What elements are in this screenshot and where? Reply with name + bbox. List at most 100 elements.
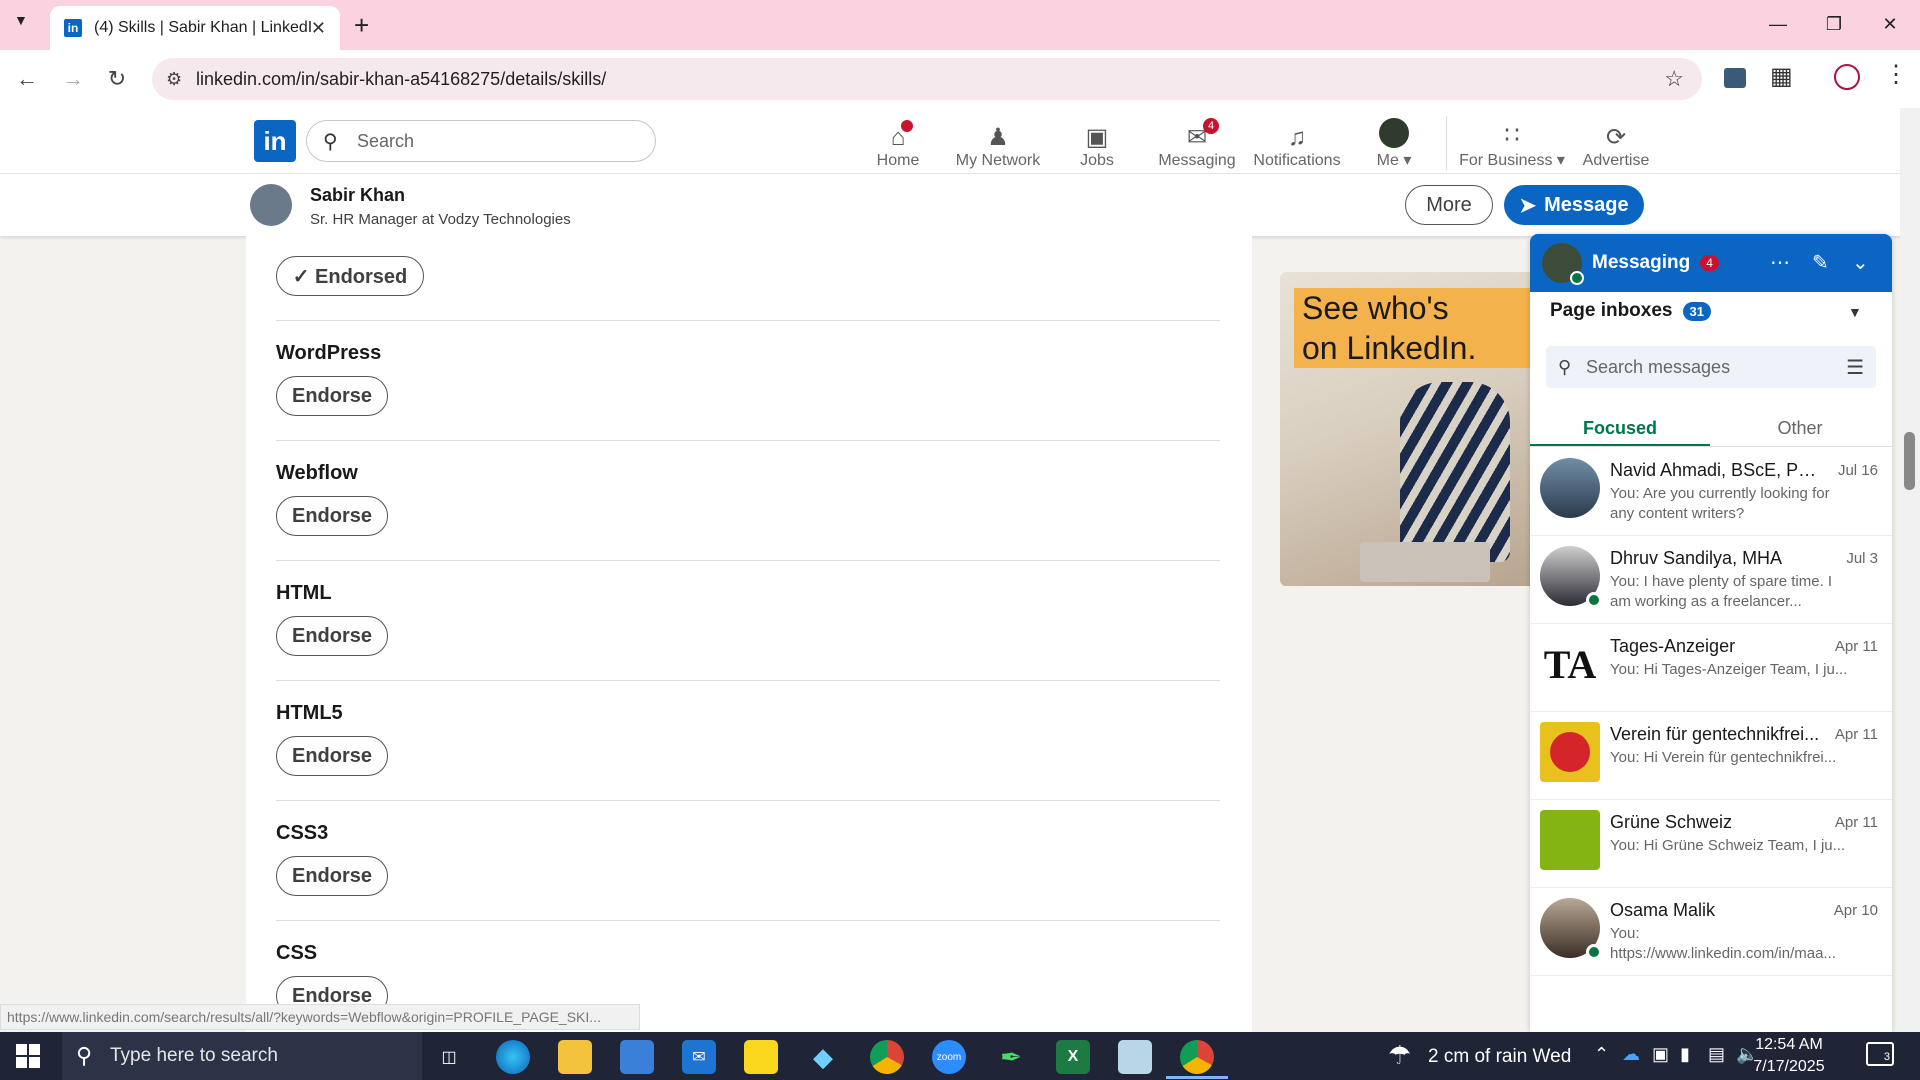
nav-for-business[interactable]: ∷ For Business ▾ (1454, 114, 1570, 170)
nav-me[interactable]: Me ▾ (1344, 114, 1444, 170)
app-notepad-icon[interactable] (1118, 1040, 1152, 1074)
onedrive-icon[interactable]: ☁ (1622, 1044, 1640, 1065)
skill-divider (276, 320, 1220, 321)
minimize-icon[interactable]: — (1750, 0, 1806, 48)
file-explorer-icon[interactable] (558, 1040, 592, 1074)
task-view-icon[interactable]: ◫ (432, 1040, 466, 1074)
more-options-icon[interactable]: ⋯ (1770, 250, 1790, 275)
close-tab-icon[interactable]: ✕ (311, 18, 326, 39)
mail-icon[interactable]: ✉ (682, 1040, 716, 1074)
forward-icon[interactable]: → (56, 62, 90, 96)
site-info-icon[interactable]: ⚙ (166, 69, 182, 90)
message-preview: You: Hi Verein für gentechnikfrei... (1610, 749, 1837, 766)
filter-icon[interactable]: ☰ (1846, 355, 1864, 380)
edge-browser-icon[interactable] (496, 1040, 530, 1074)
compose-icon[interactable]: ✎ (1812, 250, 1829, 275)
back-icon[interactable]: ← (10, 62, 44, 96)
profile-name[interactable]: Sabir Khan (310, 185, 405, 206)
tab-focused[interactable]: Focused (1530, 410, 1710, 446)
linkedin-logo-icon[interactable]: in (254, 120, 296, 162)
conversation-item[interactable]: Osama Malik Apr 10 You: https://www.link… (1530, 888, 1892, 976)
page-inboxes-selector[interactable]: Page inboxes 31 (1550, 300, 1711, 322)
zoom-icon[interactable]: zoom (932, 1040, 966, 1074)
endorse-button[interactable]: Endorse (276, 496, 388, 536)
conversation-item[interactable]: TA Tages-Anzeiger Apr 11 You: Hi Tages-A… (1530, 624, 1892, 712)
message-preview: You: https://www.linkedin.com/in/maa... (1610, 925, 1836, 962)
message-button[interactable]: ➤ Message (1504, 185, 1644, 225)
browser-tab[interactable]: in (4) Skills | Sabir Khan | LinkedIn ✕ (50, 6, 340, 50)
nav-my-network[interactable]: ♟ My Network (948, 114, 1048, 170)
windows-start-icon[interactable] (16, 1044, 40, 1068)
page-scrollbar-thumb[interactable] (1904, 432, 1915, 490)
profile-avatar[interactable] (250, 184, 292, 226)
app-diamond-icon[interactable]: ◆ (806, 1040, 840, 1074)
page-scrollbar[interactable] (1900, 108, 1920, 1032)
message-preview: You: Hi Tages-Anzeiger Team, I ju... (1610, 661, 1848, 678)
bookmark-star-icon[interactable]: ☆ (1664, 66, 1684, 92)
skill-name[interactable]: HTML5 (276, 702, 343, 725)
endorse-button[interactable]: Endorse (276, 376, 388, 416)
tab-list-chevron-icon[interactable]: ▼ (14, 12, 28, 28)
skill-name[interactable]: CSS3 (276, 822, 328, 845)
url-text: linkedin.com/in/sabir-khan-a54168275/det… (196, 68, 607, 89)
battery-icon[interactable]: ▮ (1680, 1044, 1690, 1065)
weather-text[interactable]: 2 cm of rain Wed (1428, 1046, 1571, 1068)
ad-line-2: on LinkedIn. (1294, 328, 1485, 368)
taskbar-search-input[interactable]: ⚲ Type here to search (62, 1032, 422, 1080)
ad-person-figure (1400, 382, 1510, 562)
message-preview: You: Hi Grüne Schweiz Team, I ju... (1610, 837, 1846, 854)
network-icon[interactable]: ▤ (1708, 1044, 1725, 1065)
nav-home-label: Home (876, 152, 920, 169)
conversation-item[interactable]: Dhruv Sandilya, MHA Jul 3 You: I have pl… (1530, 536, 1892, 624)
nav-advertise[interactable]: ⟳ Advertise (1566, 114, 1666, 170)
endorse-button[interactable]: Endorse (276, 736, 388, 776)
close-window-icon[interactable]: ✕ (1862, 0, 1918, 48)
nav-home[interactable]: ⌂ Home (848, 114, 948, 170)
address-bar[interactable]: ⚙ linkedin.com/in/sabir-khan-a54168275/d… (152, 58, 1702, 100)
dropdown-caret-icon[interactable]: ▼ (1848, 304, 1862, 320)
collapse-chevron-icon[interactable]: ⌄ (1852, 250, 1869, 275)
conversation-item[interactable]: Grüne Schweiz Apr 11 You: Hi Grüne Schwe… (1530, 800, 1892, 888)
extension-icon[interactable] (1724, 68, 1746, 88)
contact-name: Grüne Schweiz (1610, 812, 1733, 832)
hiring-ad-image[interactable]: See who's hiring on LinkedIn. (1280, 272, 1540, 586)
notification-center-icon[interactable]: 3 (1866, 1042, 1894, 1066)
notification-count: 3 (1883, 1051, 1890, 1063)
conversation-item[interactable]: Navid Ahmadi, BScE, PMP... Jul 16 You: A… (1530, 448, 1892, 536)
skill-name[interactable]: Webflow (276, 462, 358, 485)
nav-messaging[interactable]: ✉ 4 Messaging (1147, 114, 1247, 170)
tab-other[interactable]: Other (1710, 410, 1890, 446)
profile-icon[interactable] (1834, 64, 1860, 90)
reload-icon[interactable]: ↻ (100, 62, 134, 96)
skill-name[interactable]: CSS (276, 942, 317, 965)
puzzle-extensions-icon[interactable]: ▦ (1770, 62, 1793, 91)
endorsed-button[interactable]: ✓ Endorsed (276, 256, 424, 296)
chrome-active-icon[interactable] (1180, 1040, 1214, 1074)
microsoft-store-icon[interactable] (620, 1040, 654, 1074)
skill-name[interactable]: HTML (276, 582, 332, 605)
security-icon[interactable]: ▣ (1652, 1044, 1669, 1065)
nav-jobs[interactable]: ▣ Jobs (1047, 114, 1147, 170)
messaging-header[interactable]: Messaging 4 (1530, 234, 1892, 292)
nav-notifications[interactable]: ♫ Notifications (1247, 114, 1347, 170)
browser-menu-icon[interactable]: ⋮ (1884, 60, 1908, 89)
restore-icon[interactable]: ❐ (1806, 0, 1862, 48)
conversation-item[interactable]: Verein für gentechnikfrei... Apr 11 You:… (1530, 712, 1892, 800)
taskbar-clock[interactable]: 12:54 AM 7/17/2025 (1744, 1034, 1834, 1078)
messaging-badge: 4 (1203, 118, 1220, 134)
skill-divider (276, 680, 1220, 681)
excel-icon[interactable]: X (1056, 1040, 1090, 1074)
online-status-icon (1586, 944, 1602, 960)
tray-chevron-icon[interactable]: ⌃ (1594, 1044, 1609, 1065)
new-tab-icon[interactable]: + (354, 10, 369, 41)
weather-umbrella-icon[interactable]: ☂ (1388, 1040, 1411, 1071)
app-pen-icon[interactable]: ✒ (994, 1040, 1028, 1074)
skill-name[interactable]: WordPress (276, 342, 381, 365)
endorse-button[interactable]: Endorse (276, 616, 388, 656)
more-button[interactable]: More (1405, 185, 1493, 225)
sticky-notes-icon[interactable] (744, 1040, 778, 1074)
chrome-icon[interactable] (870, 1040, 904, 1074)
search-messages-input[interactable]: ⚲ Search messages ☰ (1546, 346, 1876, 388)
endorse-button[interactable]: Endorse (276, 856, 388, 896)
global-search-input[interactable]: ⚲ Search (306, 120, 656, 162)
